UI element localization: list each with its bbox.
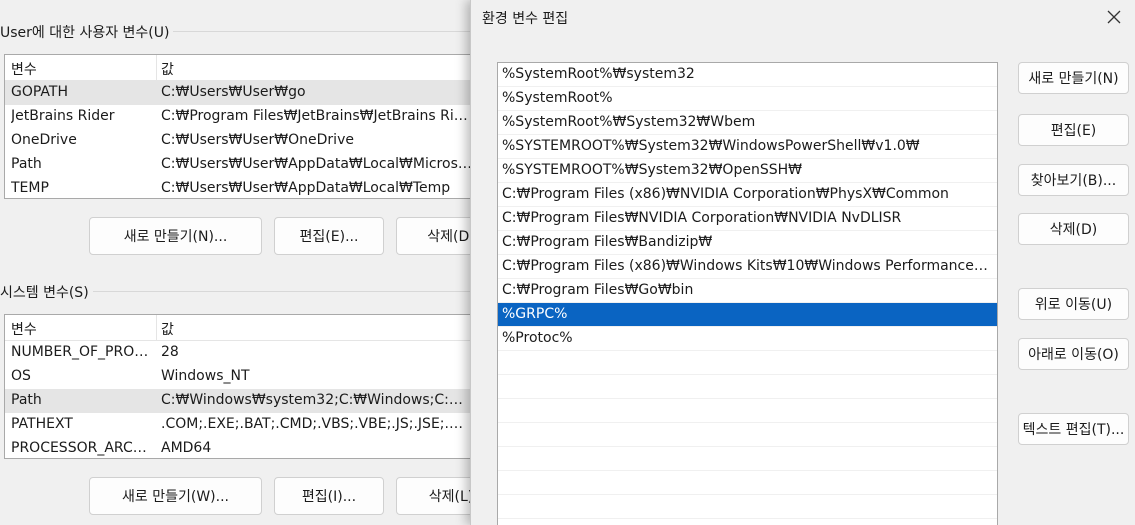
path-entry-text: C:₩Program Files₩Bandizip₩ <box>502 234 713 250</box>
table-row[interactable]: OneDrive C:₩Users₩User₩OneDrive <box>5 129 483 153</box>
table-row[interactable]: TEMP C:₩Users₩User₩AppData₩Local₩Temp <box>5 177 483 198</box>
new-entry-button[interactable]: 새로 만들기(N) <box>1018 62 1129 94</box>
column-divider[interactable] <box>156 315 157 341</box>
list-item[interactable]: C:₩Program Files (x86)₩NVIDIA Corporatio… <box>498 183 997 207</box>
variable-value: C:₩Users₩User₩AppData₩Local₩Microsoft₩Wi… <box>161 156 473 172</box>
table-row[interactable]: PATHEXT .COM;.EXE;.BAT;.CMD;.VBS;.VBE;.JS… <box>5 413 483 437</box>
user-vars-rows: GOPATH C:₩Users₩User₩go JetBrains Rider C:₩… <box>5 81 483 198</box>
browse-button[interactable]: 찾아보기(B)... <box>1018 164 1129 196</box>
empty-list-item[interactable] <box>498 495 997 519</box>
path-entry-text: C:₩Program Files (x86)₩NVIDIA Corporatio… <box>502 186 949 202</box>
list-item[interactable]: %Protoc% <box>498 327 997 351</box>
variable-name: Path <box>11 392 42 408</box>
variable-name: GOPATH <box>11 84 68 100</box>
table-row[interactable]: JetBrains Rider C:₩Program Files₩JetBrain… <box>5 105 483 129</box>
variable-value: C:₩Users₩User₩OneDrive <box>161 132 354 148</box>
list-item[interactable]: %SYSTEMROOT%₩System32₩WindowsPowerShell₩… <box>498 135 997 159</box>
variable-name: JetBrains Rider <box>11 108 115 124</box>
variable-name: OneDrive <box>11 132 77 148</box>
delete-entry-button[interactable]: 삭제(D) <box>1018 213 1129 245</box>
variable-name: NUMBER_OF_PROCESSORS <box>11 344 153 360</box>
table-row[interactable]: Path C:₩Users₩User₩AppData₩Local₩Microsof… <box>5 153 483 177</box>
user-vars-list[interactable]: 변수 값 GOPATH C:₩Users₩User₩go JetBrains Rid… <box>4 54 484 199</box>
variable-value: C:₩Users₩User₩go <box>161 84 306 100</box>
list-item[interactable]: C:₩Program Files₩Go₩bin <box>498 279 997 303</box>
system-new-button[interactable]: 새로 만들기(W)... <box>89 477 262 515</box>
user-vars-header: 변수 값 <box>5 55 483 81</box>
list-item[interactable]: C:₩Program Files (x86)₩Windows Kits₩10₩W… <box>498 255 997 279</box>
table-row[interactable]: NUMBER_OF_PROCESSORS 28 <box>5 341 483 365</box>
edit-entry-button[interactable]: 편집(E) <box>1018 114 1129 146</box>
empty-list-item[interactable] <box>498 351 997 375</box>
user-new-button[interactable]: 새로 만들기(N)... <box>89 217 262 255</box>
table-row[interactable]: PROCESSOR_ARCHITECTURE AMD64 <box>5 437 483 458</box>
edit-text-button[interactable]: 텍스트 편집(T)... <box>1018 413 1129 445</box>
list-item[interactable]: %SystemRoot%₩System32₩Wbem <box>498 111 997 135</box>
move-up-button[interactable]: 위로 이동(U) <box>1018 288 1129 320</box>
empty-list-item[interactable] <box>498 519 997 525</box>
column-header-value[interactable]: 값 <box>161 59 174 79</box>
variable-value: .COM;.EXE;.BAT;.CMD;.VBS;.VBE;.JS;.JSE;.… <box>161 416 473 432</box>
path-entry-text: %SystemRoot%₩system32 <box>502 66 695 82</box>
empty-list-item[interactable] <box>498 375 997 399</box>
path-entry-text: %SystemRoot%₩System32₩Wbem <box>502 114 756 130</box>
table-row[interactable]: GOPATH C:₩Users₩User₩go <box>5 81 483 105</box>
empty-list-item[interactable] <box>498 447 997 471</box>
path-entry-text: C:₩Program Files₩NVIDIA Corporation₩NVID… <box>502 210 902 226</box>
variable-name: Path <box>11 156 42 172</box>
path-entry-text: C:₩Program Files (x86)₩Windows Kits₩10₩W… <box>502 258 992 274</box>
table-row[interactable]: Path C:₩Windows₩system32;C:₩Windows;C:₩Wi… <box>5 389 483 413</box>
list-item[interactable]: %SYSTEMROOT%₩System32₩OpenSSH₩ <box>498 159 997 183</box>
variable-name: TEMP <box>11 180 49 196</box>
variable-value: AMD64 <box>161 440 212 456</box>
system-vars-header: 변수 값 <box>5 315 483 341</box>
variable-value: 28 <box>161 344 179 360</box>
table-row[interactable]: OS Windows_NT <box>5 365 483 389</box>
variable-name: PROCESSOR_ARCHITECTURE <box>11 440 153 456</box>
column-header-variable[interactable]: 변수 <box>11 319 37 339</box>
column-divider[interactable] <box>156 55 157 81</box>
path-entry-text: %Protoc% <box>502 330 573 346</box>
column-header-value[interactable]: 값 <box>161 319 174 339</box>
variable-name: OS <box>11 368 31 384</box>
move-down-button[interactable]: 아래로 이동(O) <box>1018 338 1129 370</box>
empty-list-item[interactable] <box>498 423 997 447</box>
path-entry-text: %SYSTEMROOT%₩System32₩OpenSSH₩ <box>502 162 802 178</box>
path-entries-list[interactable]: %SystemRoot%₩system32 %SystemRoot% %System… <box>497 62 998 525</box>
list-item[interactable]: %SystemRoot% <box>498 87 997 111</box>
list-item[interactable]: C:₩Program Files₩Bandizip₩ <box>498 231 997 255</box>
close-icon[interactable] <box>1103 6 1125 28</box>
path-entry-text: C:₩Program Files₩Go₩bin <box>502 282 694 298</box>
system-vars-group-title: 시스템 변수(S) <box>0 282 93 302</box>
list-item[interactable]: %SystemRoot%₩system32 <box>498 63 997 87</box>
system-edit-button[interactable]: 편집(I)... <box>274 477 384 515</box>
column-header-variable[interactable]: 변수 <box>11 59 37 79</box>
system-vars-rows: NUMBER_OF_PROCESSORS 28 OS Windows_NT Path C:… <box>5 341 483 458</box>
variable-value: C:₩Users₩User₩AppData₩Local₩Temp <box>161 180 451 196</box>
list-item[interactable]: %GRPC% <box>498 303 997 327</box>
user-edit-button[interactable]: 편집(E)... <box>274 217 384 255</box>
variable-value: C:₩Windows₩system32;C:₩Windows;C:₩Window… <box>161 392 473 408</box>
variable-name: PATHEXT <box>11 416 73 432</box>
path-entry-text: %SYSTEMROOT%₩System32₩WindowsPowerShell₩… <box>502 138 920 154</box>
edit-env-var-dialog: 환경 변수 편집 %SystemRoot%₩system32 %SystemRoo… <box>470 0 1135 525</box>
dialog-title: 환경 변수 편집 <box>482 11 569 27</box>
empty-list-item[interactable] <box>498 399 997 423</box>
variable-value: Windows_NT <box>161 368 250 384</box>
path-entry-text: %SystemRoot% <box>502 90 613 106</box>
path-entry-text: %GRPC% <box>502 306 568 322</box>
path-entries: %SystemRoot%₩system32 %SystemRoot% %System… <box>498 63 997 525</box>
user-vars-group-title: User에 대한 사용자 변수(U) <box>0 22 174 42</box>
list-item[interactable]: C:₩Program Files₩NVIDIA Corporation₩NVID… <box>498 207 997 231</box>
system-vars-list[interactable]: 변수 값 NUMBER_OF_PROCESSORS 28 OS Windows_NT P… <box>4 314 484 459</box>
variable-value: C:₩Program Files₩JetBrains₩JetBrains Rid… <box>161 108 473 124</box>
empty-list-item[interactable] <box>498 471 997 495</box>
